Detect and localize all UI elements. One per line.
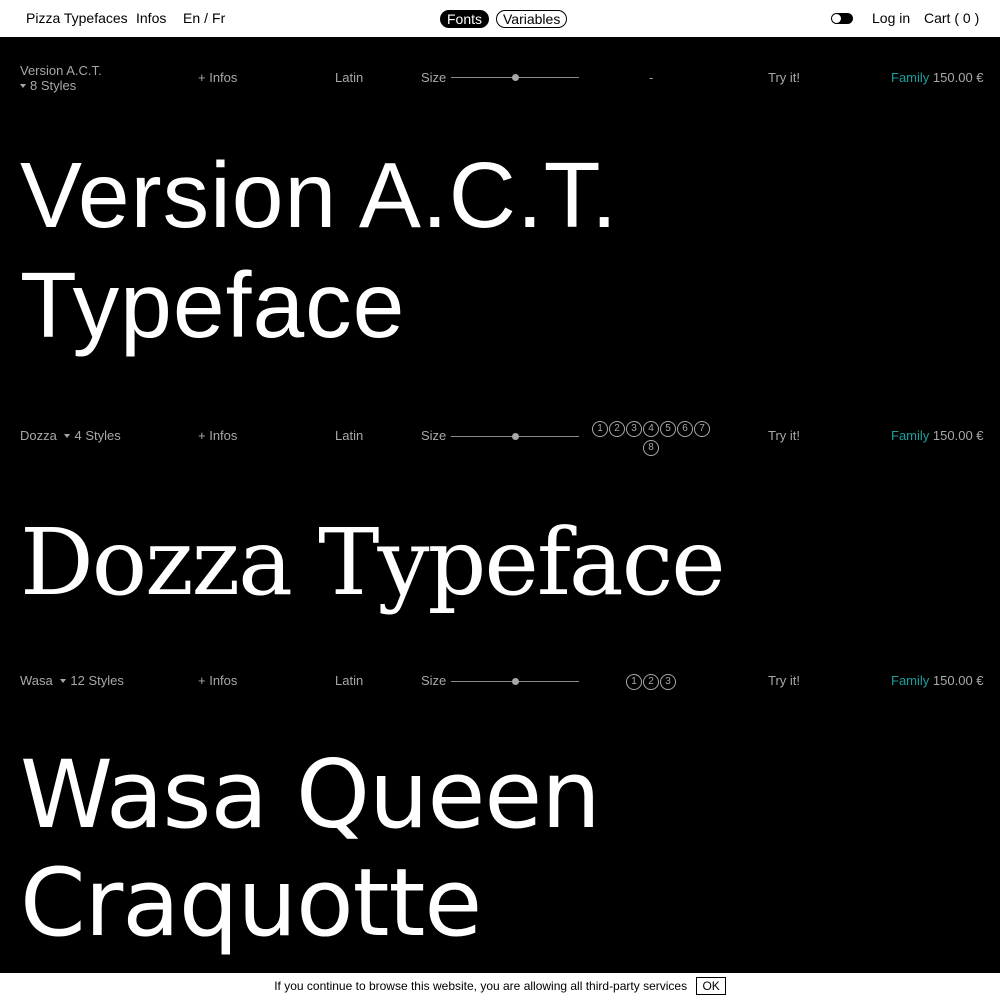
styles-count: 8 Styles bbox=[30, 78, 77, 93]
font-name-block: Version A.C.T. 8 Styles bbox=[20, 63, 102, 93]
try-it-button[interactable]: Try it! bbox=[768, 428, 800, 443]
specimen-dozza[interactable]: Dozza Typeface bbox=[20, 508, 726, 618]
styles-count: 4 Styles bbox=[74, 428, 121, 443]
specimen-version-act[interactable]: Version A.C.T. Typeface bbox=[20, 140, 618, 360]
tab-fonts[interactable]: Fonts bbox=[440, 10, 490, 28]
family-link[interactable]: Family bbox=[891, 70, 929, 85]
style-number-1[interactable]: 1 bbox=[626, 674, 642, 690]
font-name[interactable]: Dozza bbox=[20, 428, 57, 443]
specimen-line: Craquotte bbox=[20, 849, 482, 958]
try-it-button[interactable]: Try it! bbox=[768, 70, 800, 85]
slider-thumb[interactable] bbox=[511, 74, 519, 81]
family-purchase[interactable]: Family 150.00 € bbox=[891, 70, 984, 85]
infos-button[interactable]: + Infos bbox=[198, 428, 237, 443]
styles-count: 12 Styles bbox=[70, 673, 124, 688]
cookie-message: If you continue to browse this website, … bbox=[274, 979, 688, 993]
size-label: Size bbox=[421, 673, 447, 688]
style-number-2[interactable]: 2 bbox=[643, 674, 659, 690]
lang-separator: / bbox=[204, 10, 209, 26]
caret-down-icon bbox=[60, 679, 67, 683]
font-name[interactable]: Version A.C.T. bbox=[20, 63, 102, 78]
specimen-wasa[interactable]: Wasa Queen Craquotte bbox=[20, 741, 601, 958]
lang-fr-link[interactable]: Fr bbox=[212, 10, 225, 26]
caret-down-icon bbox=[20, 84, 26, 88]
styles-dropdown[interactable]: 8 Styles bbox=[20, 78, 102, 93]
price: 150.00 € bbox=[932, 70, 984, 85]
style-number-1[interactable]: 1 bbox=[592, 421, 608, 437]
size-slider[interactable] bbox=[451, 74, 579, 81]
cookie-ok-button[interactable]: OK bbox=[696, 977, 726, 995]
style-number-8[interactable]: 8 bbox=[643, 440, 659, 456]
toggle-knob bbox=[832, 14, 841, 23]
style-number-5[interactable]: 5 bbox=[660, 421, 676, 437]
styles-dropdown[interactable]: 4 Styles bbox=[64, 428, 121, 443]
infos-button[interactable]: + Infos bbox=[198, 673, 237, 688]
size-label: Size bbox=[421, 428, 447, 443]
caret-down-icon bbox=[64, 434, 71, 438]
font-name-block: Dozza 4 Styles bbox=[20, 428, 121, 443]
style-selector: - bbox=[649, 70, 654, 85]
specimen-line: Version A.C.T. bbox=[20, 143, 619, 247]
style-number-7[interactable]: 7 bbox=[694, 421, 710, 437]
style-number-selector: 1 2 3 4 5 6 7 8 bbox=[586, 418, 716, 456]
style-number-2[interactable]: 2 bbox=[609, 421, 625, 437]
slider-thumb[interactable] bbox=[511, 433, 519, 440]
size-slider[interactable] bbox=[451, 678, 579, 685]
top-navigation: Pizza Typefaces Infos En / Fr Fonts Variab… bbox=[0, 0, 1000, 37]
style-number-4[interactable]: 4 bbox=[643, 421, 659, 437]
cart-link[interactable]: Cart ( 0 ) bbox=[924, 10, 979, 26]
brand-link[interactable]: Pizza Typefaces bbox=[26, 10, 128, 26]
family-purchase[interactable]: Family 150.00 € bbox=[891, 428, 984, 443]
script-label: Latin bbox=[335, 673, 364, 688]
specimen-line: Wasa Queen bbox=[20, 741, 601, 850]
infos-link[interactable]: Infos bbox=[136, 10, 166, 26]
cookie-banner: If you continue to browse this website, … bbox=[0, 973, 1000, 1000]
size-slider[interactable] bbox=[451, 433, 579, 440]
specimen-line: Typeface bbox=[20, 253, 406, 357]
size-label: Size bbox=[421, 70, 447, 85]
try-it-button[interactable]: Try it! bbox=[768, 673, 800, 688]
style-number-6[interactable]: 6 bbox=[677, 421, 693, 437]
style-number-3[interactable]: 3 bbox=[626, 421, 642, 437]
theme-toggle[interactable] bbox=[831, 13, 853, 24]
family-link[interactable]: Family bbox=[891, 428, 929, 443]
price: 150.00 € bbox=[932, 673, 984, 688]
language-switcher: En / Fr bbox=[183, 10, 225, 26]
style-number-3[interactable]: 3 bbox=[660, 674, 676, 690]
slider-thumb[interactable] bbox=[511, 678, 519, 685]
font-name-block: Wasa 12 Styles bbox=[20, 673, 124, 688]
lang-en-link[interactable]: En bbox=[183, 10, 200, 26]
family-link[interactable]: Family bbox=[891, 673, 929, 688]
price: 150.00 € bbox=[932, 428, 984, 443]
infos-button[interactable]: + Infos bbox=[198, 70, 237, 85]
family-purchase[interactable]: Family 150.00 € bbox=[891, 673, 984, 688]
font-name[interactable]: Wasa bbox=[20, 673, 53, 688]
tab-variables[interactable]: Variables bbox=[496, 10, 568, 28]
script-label: Latin bbox=[335, 428, 364, 443]
style-number-selector: 123 bbox=[586, 671, 716, 690]
script-label: Latin bbox=[335, 70, 364, 85]
styles-dropdown[interactable]: 12 Styles bbox=[60, 673, 124, 688]
login-link[interactable]: Log in bbox=[872, 10, 910, 26]
specimen-line: Dozza Typeface bbox=[20, 509, 726, 616]
